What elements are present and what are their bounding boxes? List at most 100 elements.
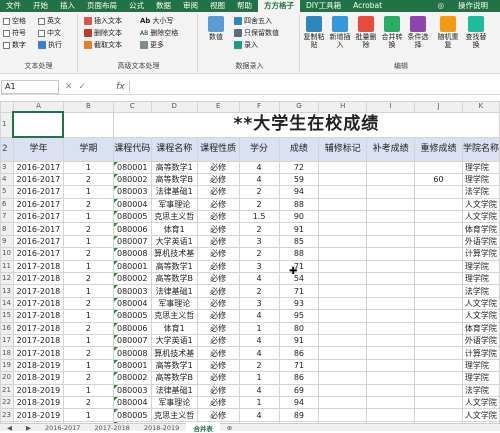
row-header[interactable]: 13 (0, 284, 14, 298)
table-cell[interactable] (318, 395, 368, 410)
table-cell[interactable]: 外语学院 (461, 234, 500, 249)
table-cell[interactable]: 2016-2017 (12, 210, 64, 224)
table-cell[interactable] (318, 259, 368, 274)
table-cell[interactable]: 必修 (196, 383, 240, 397)
table-cell[interactable]: 86 (278, 346, 320, 360)
table-cell[interactable]: 1 (62, 185, 114, 199)
table-cell[interactable]: 1 (62, 284, 114, 298)
table-cell[interactable] (414, 284, 463, 298)
table-cell[interactable] (318, 247, 368, 261)
table-cell[interactable]: 080003 (112, 284, 152, 298)
table-cell[interactable] (318, 185, 368, 199)
table-cell[interactable]: 法律基础1 (150, 383, 198, 397)
table-cell[interactable]: 94 (278, 185, 320, 199)
table-cell[interactable]: 1 (62, 408, 114, 422)
table-cell[interactable]: 2017-2018 (12, 259, 64, 274)
column-header[interactable]: A (12, 101, 64, 113)
table-cell[interactable]: 2 (62, 172, 114, 187)
table-cell[interactable]: 大学英语1 (150, 234, 198, 249)
table-cell[interactable] (318, 172, 368, 187)
table-cell[interactable]: 2017-2018 (12, 284, 64, 298)
table-cell[interactable]: 必修 (196, 197, 240, 212)
column-title-cell[interactable]: 成绩 (278, 136, 320, 162)
table-cell[interactable] (366, 395, 416, 410)
table-cell[interactable]: 法律基础1 (150, 284, 198, 298)
table-cell[interactable]: 必修 (196, 210, 240, 224)
table-cell[interactable]: 080002 (112, 371, 152, 385)
cell[interactable] (62, 111, 114, 138)
table-cell[interactable]: 必修 (196, 172, 240, 187)
table-cell[interactable]: 080004 (112, 296, 152, 311)
table-cell[interactable] (414, 383, 463, 397)
checkbox-english[interactable]: 英文 (38, 16, 61, 26)
row-header[interactable]: 23 (0, 408, 14, 422)
table-cell[interactable]: 2017-2018 (12, 321, 64, 335)
table-cell[interactable] (414, 185, 463, 199)
table-cell[interactable]: 4 (238, 172, 280, 187)
table-cell[interactable]: 2016-2017 (12, 160, 64, 174)
table-cell[interactable]: 理学院 (461, 271, 500, 286)
table-cell[interactable]: 2017-2018 (12, 271, 64, 286)
table-cell[interactable] (366, 371, 416, 385)
table-cell[interactable]: 2017-2018 (12, 333, 64, 348)
column-header[interactable]: I (366, 101, 416, 113)
table-cell[interactable] (366, 210, 416, 224)
table-cell[interactable]: 080003 (112, 185, 152, 199)
row-header[interactable]: 8 (0, 222, 14, 236)
table-cell[interactable]: 88 (278, 247, 320, 261)
table-cell[interactable]: 2016-2017 (12, 197, 64, 212)
table-cell[interactable]: 必修 (196, 346, 240, 360)
column-header[interactable]: E (196, 101, 240, 113)
sheet-tab[interactable]: 2016-2017 (38, 424, 87, 432)
row-header[interactable]: 21 (0, 383, 14, 397)
table-cell[interactable]: 2016-2017 (12, 247, 64, 261)
table-cell[interactable] (366, 346, 416, 360)
ribbon-tab[interactable]: 数据 (150, 0, 177, 12)
table-cell[interactable]: 理学院 (461, 371, 500, 385)
scroll-left-icon[interactable]: ◀ (0, 424, 19, 432)
ribbon-tab[interactable]: DIY工具箱 (300, 0, 347, 12)
table-cell[interactable]: 克思主义哲 (150, 210, 198, 224)
ribbon-tab[interactable]: 插入 (54, 0, 81, 12)
table-cell[interactable] (318, 321, 368, 335)
table-cell[interactable]: 080005 (112, 210, 152, 224)
table-cell[interactable]: 080004 (112, 395, 152, 410)
table-cell[interactable] (318, 296, 368, 311)
table-cell[interactable]: 1.5 (238, 210, 280, 224)
ribbon-tab[interactable]: Acrobat (347, 0, 388, 12)
table-cell[interactable] (366, 408, 416, 422)
spreadsheet-grid[interactable]: A B C D E F G H I J K 1 **大学生在校成绩 2 学年 学期 课程代码 课程名称 课程性质 学分… (0, 101, 500, 423)
table-cell[interactable] (414, 395, 463, 410)
table-cell[interactable] (318, 371, 368, 385)
row-header[interactable]: 19 (0, 358, 14, 373)
table-cell[interactable]: 4 (238, 309, 280, 323)
table-cell[interactable]: 080002 (112, 172, 152, 187)
table-cell[interactable] (414, 408, 463, 422)
table-cell[interactable]: 080005 (112, 408, 152, 422)
table-cell[interactable]: 2 (62, 371, 114, 385)
column-header[interactable]: F (238, 101, 280, 113)
table-cell[interactable]: 计算学院 (461, 346, 500, 360)
table-cell[interactable]: 54 (278, 271, 320, 286)
table-cell[interactable]: 理学院 (461, 172, 500, 187)
table-cell[interactable]: 1 (62, 358, 114, 373)
table-cell[interactable] (318, 383, 368, 397)
table-cell[interactable]: 3 (238, 234, 280, 249)
table-cell[interactable] (366, 321, 416, 335)
table-cell[interactable] (318, 284, 368, 298)
table-cell[interactable]: 2016-2017 (12, 222, 64, 236)
table-cell[interactable]: 2018-2019 (12, 383, 64, 397)
table-cell[interactable] (318, 408, 368, 422)
table-cell[interactable]: 080002 (112, 271, 152, 286)
table-cell[interactable]: 必修 (196, 371, 240, 385)
table-cell[interactable]: 2 (238, 222, 280, 236)
table-cell[interactable] (318, 358, 368, 373)
table-cell[interactable] (366, 234, 416, 249)
table-cell[interactable]: 必修 (196, 309, 240, 323)
table-cell[interactable] (366, 333, 416, 348)
keep-values-button[interactable]: 只保留数值 (234, 28, 279, 38)
table-cell[interactable]: 080001 (112, 259, 152, 274)
table-cell[interactable]: 2018-2019 (12, 358, 64, 373)
table-cell[interactable]: 2 (62, 346, 114, 360)
row-header[interactable]: 18 (0, 346, 14, 360)
